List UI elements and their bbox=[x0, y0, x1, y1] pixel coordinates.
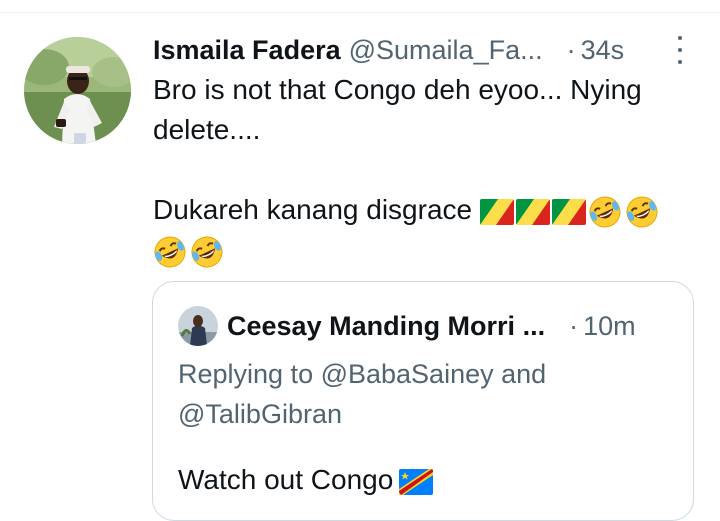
tweet-text-line: Dukareh kanang disgrace bbox=[153, 194, 473, 225]
tweet-text-blank bbox=[153, 150, 698, 190]
replying-to-line: @TalibGibran bbox=[178, 399, 342, 429]
quoted-tweet-text: Watch out Congo bbox=[178, 460, 434, 500]
quoted-tweet-card[interactable]: Ceesay Manding Morri ... · 10m Replying t… bbox=[152, 281, 694, 521]
author-name[interactable]: Ismaila Fadera bbox=[153, 35, 341, 66]
more-options-icon[interactable] bbox=[668, 36, 692, 64]
time-separator: · bbox=[569, 310, 579, 341]
tweet-time-value: 34s bbox=[580, 34, 625, 65]
tweet-header: Ismaila Fadera @Sumaila_Fa... · 34s bbox=[153, 30, 693, 70]
tweet-text-line: delete.... bbox=[153, 114, 261, 145]
tweet-text-line: Bro is not that Congo deh eyoo... Nying bbox=[153, 74, 642, 105]
replying-to: Replying to @BabaSainey and @TalibGibran bbox=[178, 354, 678, 434]
rolling-laughing-icon bbox=[190, 235, 224, 269]
flag-congo-icon bbox=[515, 198, 550, 225]
quoted-tweet-header: Ceesay Manding Morri ... · 10m bbox=[227, 306, 677, 346]
tweet-time[interactable]: · 34s bbox=[567, 35, 625, 66]
tweet-emoji-line bbox=[153, 230, 698, 270]
author-handle[interactable]: @Sumaila_Fa... bbox=[349, 35, 543, 66]
quoted-author-avatar[interactable] bbox=[178, 306, 218, 346]
top-divider bbox=[0, 12, 720, 13]
quoted-tweet-time[interactable]: · 10m bbox=[569, 311, 636, 342]
quoted-author-name[interactable]: Ceesay Manding Morri ... bbox=[227, 311, 545, 342]
rolling-laughing-icon bbox=[153, 235, 187, 269]
flag-dr-congo-icon bbox=[399, 468, 434, 495]
flag-congo-icon bbox=[551, 198, 586, 225]
rolling-laughing-icon bbox=[588, 195, 622, 229]
quoted-tweet-text-content: Watch out Congo bbox=[178, 464, 394, 495]
replying-to-line: Replying to @BabaSainey and bbox=[178, 359, 547, 389]
quoted-tweet-time-value: 10m bbox=[583, 310, 636, 341]
tweet-text: Bro is not that Congo deh eyoo... Nying … bbox=[153, 70, 698, 270]
rolling-laughing-icon bbox=[625, 195, 659, 229]
flag-congo-icon bbox=[479, 198, 514, 225]
time-separator: · bbox=[566, 34, 576, 65]
tweet-text-line-with-emoji: Dukareh kanang disgrace bbox=[153, 190, 698, 230]
author-avatar[interactable] bbox=[24, 37, 131, 144]
